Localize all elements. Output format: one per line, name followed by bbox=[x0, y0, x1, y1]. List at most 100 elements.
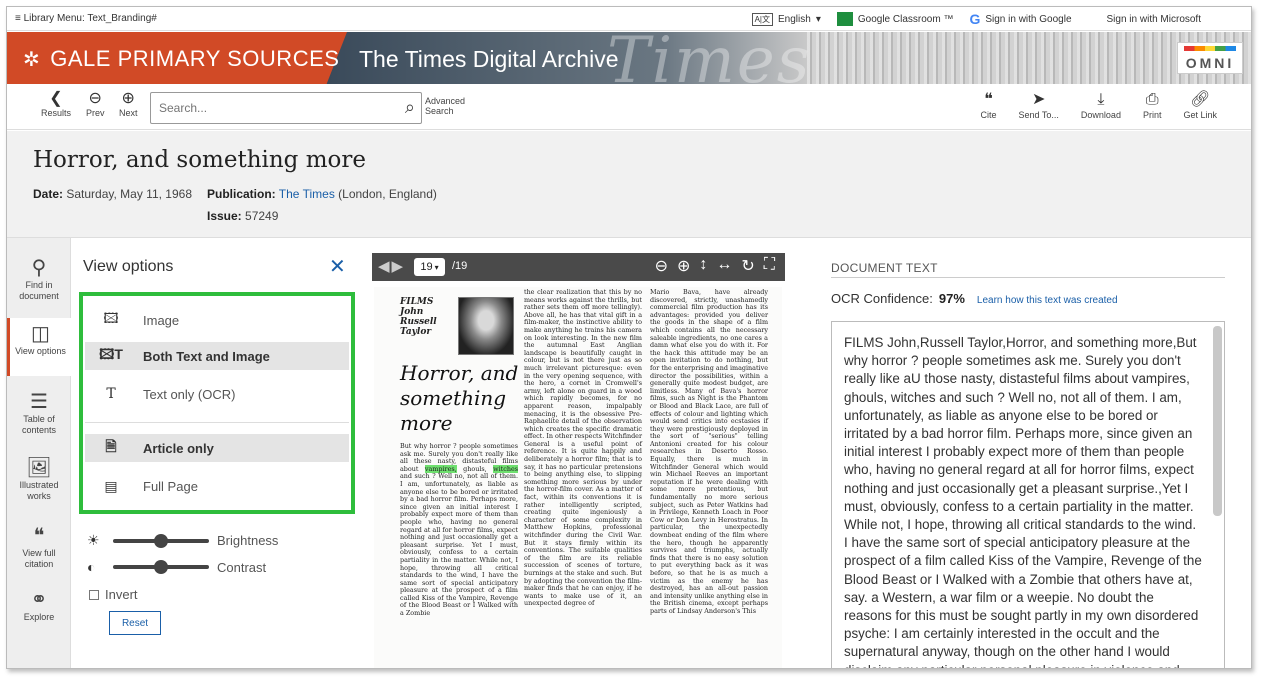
advanced-search-link[interactable]: Advanced Search bbox=[425, 96, 473, 116]
quote-icon: ❝ bbox=[984, 91, 993, 108]
search-hit-highlight: vampires, bbox=[424, 464, 457, 473]
view-option-article-only-label: Article only bbox=[143, 440, 214, 456]
google-classroom-icon bbox=[836, 12, 853, 26]
scan-column-3: Mario Bava, have already discovered, str… bbox=[650, 288, 768, 615]
viewer-toolbar: ◀▶ 19 ▾ /19 ⊖ ⊕ ↕ ↔ ↻ ⛶ bbox=[372, 253, 785, 281]
toolbar: ❮ Results ⊖ Prev ⊕ Next ⌕ Advanced Searc… bbox=[7, 84, 1251, 130]
brightness-thumb[interactable] bbox=[154, 533, 168, 548]
view-option-image-label: Image bbox=[143, 312, 180, 328]
rotate-icon[interactable]: ↻ bbox=[741, 256, 754, 276]
google-classroom-link[interactable]: Google Classroom ™ bbox=[836, 12, 953, 26]
gale-logo[interactable]: ✲ GALE PRIMARY SOURCES bbox=[23, 46, 339, 72]
view-option-full-page[interactable]: ▤ Full Page bbox=[85, 472, 349, 500]
invert-checkbox[interactable] bbox=[89, 589, 99, 600]
contrast-thumb[interactable] bbox=[154, 560, 168, 574]
zoom-out-icon[interactable]: ⊖ bbox=[655, 256, 668, 276]
ocr-text-box[interactable]: FILMS John,Russell Taylor,Horror, and so… bbox=[831, 321, 1225, 668]
rail-table-of-contents[interactable]: ☰ Table of contents bbox=[7, 390, 71, 436]
document-text-heading: DOCUMENT TEXT bbox=[831, 261, 938, 275]
search-box: ⌕ bbox=[150, 92, 422, 124]
brightness-control: ☀ Brightness bbox=[87, 532, 278, 549]
search-input[interactable] bbox=[159, 99, 389, 117]
cite-button[interactable]: ❝ Cite bbox=[981, 90, 997, 120]
close-icon[interactable]: ✕ bbox=[329, 254, 346, 279]
search-icon[interactable]: ⌕ bbox=[405, 97, 415, 118]
brand-label: GALE PRIMARY SOURCES bbox=[50, 46, 340, 71]
paper-plane-icon: ➤ bbox=[1032, 91, 1046, 108]
reset-button[interactable]: Reset bbox=[109, 611, 161, 635]
brightness-slider[interactable] bbox=[113, 533, 209, 548]
document-date: Date: Saturday, May 11, 1968 bbox=[33, 187, 192, 201]
view-option-text-only[interactable]: T Text only (OCR) bbox=[85, 380, 349, 408]
results-button[interactable]: ❮ Results bbox=[41, 90, 71, 118]
left-rail: ⚲ Find in document ◫ View options ☰ Table o… bbox=[7, 238, 71, 668]
send-to-button[interactable]: ➤ Send To... bbox=[1019, 90, 1059, 120]
next-button[interactable]: ⊕ Next bbox=[119, 90, 138, 118]
document-tools: ❝ Cite ➤ Send To... ⤓ Download ⎙ Print 🔗︎ Get… bbox=[981, 90, 1217, 120]
rail-find-in-document[interactable]: ⚲ Find in document bbox=[7, 256, 71, 302]
chevron-left-icon: ❮ bbox=[49, 90, 63, 107]
rail-toc-label: Table of contents bbox=[21, 414, 57, 435]
sign-in-microsoft-label: Sign in with Microsoft bbox=[1106, 13, 1201, 25]
prev-button[interactable]: ⊖ Prev bbox=[86, 90, 105, 118]
view-option-article-only[interactable]: 🗎 Article only bbox=[85, 434, 349, 462]
next-page-icon[interactable]: ▶ bbox=[392, 258, 406, 275]
zoom-in-icon[interactable]: ⊕ bbox=[677, 256, 690, 276]
document-publication: Publication: The Times (London, England) bbox=[207, 187, 437, 201]
translate-icon: A|文 bbox=[751, 12, 774, 26]
prev-label: Prev bbox=[86, 108, 105, 118]
view-option-text-only-label: Text only (OCR) bbox=[143, 386, 236, 402]
document-issue: Issue: 57249 bbox=[207, 209, 278, 223]
fullscreen-icon[interactable]: ⛶ bbox=[764, 256, 775, 276]
image-icon: 🖼︎ bbox=[26, 457, 52, 479]
invert-toggle[interactable]: Invert bbox=[89, 587, 138, 602]
language-selector[interactable]: A|文 English ▾ bbox=[751, 12, 821, 26]
page-arrows[interactable]: ◀▶ bbox=[378, 257, 405, 275]
gale-dots-icon: ✲ bbox=[23, 48, 41, 71]
scan-column-2: the clear realization that this by no me… bbox=[524, 288, 642, 608]
rail-view-options[interactable]: ◫ View options bbox=[7, 318, 71, 376]
date-label: Date: bbox=[33, 187, 64, 201]
issue-value: 57249 bbox=[245, 209, 279, 223]
app-window: ≡ Library Menu: Text_Branding# A|文 Englis… bbox=[6, 6, 1252, 669]
search-hit-highlight: witches bbox=[493, 464, 519, 473]
link-icon: 🔗︎ bbox=[1190, 91, 1211, 108]
image-icon: 🖾 bbox=[103, 310, 119, 326]
rail-explore[interactable]: ⚭ Explore bbox=[7, 588, 71, 623]
list-icon: ☰ bbox=[30, 391, 48, 413]
library-menu-link[interactable]: ≡ Library Menu: Text_Branding# bbox=[15, 13, 157, 24]
sign-in-microsoft-link[interactable]: Sign in with Microsoft bbox=[1088, 12, 1201, 26]
document-icon: 🗎 bbox=[105, 438, 117, 454]
sign-in-google-link[interactable]: G Sign in with Google bbox=[969, 11, 1071, 27]
circle-arrow-right-icon: ⊕ bbox=[121, 90, 135, 107]
page-select[interactable]: 19 ▾ bbox=[414, 258, 445, 276]
print-button[interactable]: ⎙ Print bbox=[1143, 90, 1162, 120]
contrast-slider[interactable] bbox=[113, 560, 209, 574]
omni-logo[interactable]: OMNI bbox=[1177, 42, 1243, 74]
scan-headline: Horror, and something more bbox=[400, 361, 519, 435]
article-scan-image[interactable]: FILMS John Russell Taylor Horror, and so… bbox=[374, 287, 782, 668]
get-link-label: Get Link bbox=[1183, 110, 1217, 120]
divider bbox=[831, 277, 1225, 278]
chevron-down-icon: ▾ bbox=[434, 262, 439, 272]
publication-place: (London, England) bbox=[338, 187, 437, 201]
scan-byline: FILMS John Russell Taylor bbox=[400, 297, 437, 337]
page-select-value: 19 bbox=[420, 261, 433, 273]
publication-link[interactable]: The Times bbox=[279, 187, 335, 201]
view-option-both[interactable]: 🖾T Both Text and Image bbox=[85, 342, 349, 370]
scan-column-1: But why horror ? people sometimes ask me… bbox=[400, 442, 519, 618]
view-option-image[interactable]: 🖾 Image bbox=[85, 306, 349, 334]
rail-illustrated-works[interactable]: 🖼︎ Illustrated works bbox=[7, 456, 71, 502]
get-link-button[interactable]: 🔗︎ Get Link bbox=[1183, 90, 1217, 120]
rail-view-full-citation[interactable]: ❝ View full citation bbox=[7, 524, 71, 570]
fit-height-icon[interactable]: ↕ bbox=[699, 256, 707, 276]
printer-icon: ⎙ bbox=[1145, 91, 1159, 108]
download-label: Download bbox=[1080, 110, 1121, 120]
scrollbar[interactable] bbox=[1213, 326, 1222, 516]
download-button[interactable]: ⤓ Download bbox=[1081, 90, 1121, 120]
learn-ocr-link[interactable]: Learn how this text was created bbox=[977, 295, 1118, 306]
results-label: Results bbox=[41, 108, 72, 118]
fit-width-icon[interactable]: ↔ bbox=[716, 256, 732, 276]
prev-page-icon[interactable]: ◀ bbox=[378, 258, 392, 275]
ocr-label: OCR Confidence: bbox=[831, 291, 933, 306]
